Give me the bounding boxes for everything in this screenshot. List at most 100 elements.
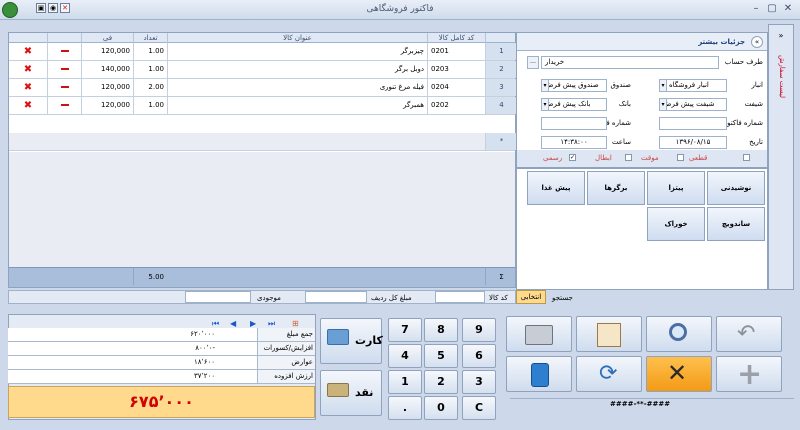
category-panel: نوشیدنی پیتزا برگرها پیش غذا ساندویچ خور… [516,168,768,290]
decrease-qty-icon[interactable] [47,97,81,114]
search-button[interactable] [646,316,712,352]
temp-checkbox[interactable] [677,154,684,161]
keypad-key[interactable]: 9 [462,318,496,342]
back-button[interactable]: ↶ [716,316,782,352]
code-label: کد کالا [489,294,508,302]
keypad-key[interactable]: 8 [424,318,458,342]
back-arrow-icon: ↶ [737,321,756,346]
shift-field[interactable]: شیفت پیش فرض [659,98,727,111]
side-tab[interactable]: » لیست سفارش [768,24,794,290]
price-cell[interactable]: 120,000 [81,43,133,60]
warehouse-field[interactable]: انبار فروشگاه ۱ [659,79,727,92]
close-form-icon[interactable]: ✕ [60,3,70,13]
shift-dropdown-icon[interactable]: ▾ [659,98,667,111]
refresh-user-button[interactable]: ⟳ [576,356,642,392]
row-number: 2 [485,61,517,78]
cashbox-field[interactable]: صندوق پیش فرض [541,79,607,92]
new-record-icon[interactable]: ⊞ [292,319,299,328]
cash-payment-button[interactable]: نقد [320,370,382,416]
table-row[interactable]: ✖ 120,000 1.00 همبرگر 0202 4 [9,97,517,115]
qty-cell[interactable]: 1.00 [133,97,167,114]
code-cell: 0202 [427,97,485,114]
time-field[interactable]: ۱۴:۳۸:۰۰ [541,136,607,149]
keypad-key[interactable]: C [462,396,496,420]
close-button[interactable]: ✕ [782,3,794,15]
qty-cell[interactable]: 2.00 [133,79,167,96]
edit-button[interactable] [576,316,642,352]
print-button[interactable] [506,316,572,352]
table-row[interactable]: ✖ 140,000 1.00 دوبل برگر 0203 2 [9,61,517,79]
warehouse-dropdown-icon[interactable]: ▾ [659,79,667,92]
decrease-qty-icon[interactable] [47,43,81,60]
category-button-3[interactable]: پیش غذا [527,171,585,205]
keypad-key[interactable]: 2 [424,370,458,394]
official-checkbox[interactable]: ✓ [569,154,576,161]
delete-row-icon[interactable]: ✖ [9,97,47,114]
delete-row-icon[interactable]: ✖ [9,43,47,60]
code-field[interactable] [435,291,485,303]
prev-record-icon[interactable]: ◀ [230,319,236,328]
add-button[interactable]: + [716,356,782,392]
cancel-checkbox[interactable] [625,154,632,161]
stock-field[interactable] [185,291,251,303]
search-label: جستجو [552,294,573,302]
date-field[interactable]: ۱۳۹۶/۰۸/۱۵ [659,136,727,149]
expand-icon[interactable]: » [772,29,790,43]
settings-tools-button[interactable]: ✕ [646,356,712,392]
category-button-1[interactable]: پیتزا [647,171,705,205]
new-row[interactable]: * [9,133,517,151]
window-title: فاکتور فروشگاهی [366,4,434,14]
save-icon[interactable]: ▣ [36,3,46,13]
delete-row-icon[interactable]: ✖ [9,79,47,96]
account-browse-button[interactable]: … [527,56,539,69]
final-label: قطعی [689,154,708,162]
card-payment-button[interactable]: کارت [320,318,383,364]
cashbox-dropdown-icon[interactable]: ▾ [541,79,549,92]
official-label: رسمی [543,154,563,162]
category-button-0[interactable]: نوشیدنی [707,171,765,205]
price-cell[interactable]: 120,000 [81,97,133,114]
price-cell[interactable]: 120,000 [81,79,133,96]
account-field[interactable]: خریدار [541,56,719,69]
bank-dropdown-icon[interactable]: ▾ [541,98,549,111]
table-row[interactable]: ✖ 120,000 1.00 چیزبرگر 0201 1 [9,43,517,61]
logo-icon[interactable] [2,2,18,18]
keypad-key[interactable]: . [388,396,422,420]
tools-icon: ✕ [667,359,688,387]
qty-cell[interactable]: 1.00 [133,61,167,78]
price-cell[interactable]: 140,000 [81,61,133,78]
summary-row: ۳۷٬۲۰۰ ارزش افزوده [8,370,315,384]
receipt-no-field[interactable] [541,117,607,130]
category-button-4[interactable]: ساندویچ [707,207,765,241]
decrease-qty-icon[interactable] [47,79,81,96]
keypad-key[interactable]: 4 [388,344,422,368]
decrease-qty-icon[interactable] [47,61,81,78]
next-record-icon[interactable]: ▶ [250,319,256,328]
collapse-icon[interactable]: « [751,36,763,48]
final-checkbox[interactable] [743,154,750,161]
bank-field[interactable]: بانک پیش فرض [541,98,607,111]
refresh-icon[interactable]: ◉ [48,3,58,13]
maximize-button[interactable]: ▢ [766,3,778,15]
invoice-no-field[interactable] [659,117,727,130]
category-button-2[interactable]: برگرها [587,171,645,205]
keypad-key[interactable]: 3 [462,370,496,394]
keypad-key[interactable]: 0 [424,396,458,420]
minimize-button[interactable]: – [750,3,762,15]
cash-label: نقد [355,386,374,399]
category-button-5[interactable]: خوراک [647,207,705,241]
qty-cell[interactable]: 1.00 [133,43,167,60]
keypad-key[interactable]: 1 [388,370,422,394]
row-number: 3 [485,79,517,96]
keypad-key[interactable]: 5 [424,344,458,368]
header-qty: تعداد [133,33,167,43]
table-row[interactable]: ✖ 120,000 2.00 فیله مرغ تنوری 0204 3 [9,79,517,97]
suggestion-tab[interactable]: انتخابی [516,290,546,304]
keypad-key[interactable]: 7 [388,318,422,342]
row-total-field[interactable] [305,291,367,303]
delete-invoice-button[interactable] [506,356,572,392]
cash-icon [327,383,349,397]
delete-row-icon[interactable]: ✖ [9,61,47,78]
status-bar: ####-**-#### [510,398,794,410]
keypad-key[interactable]: 6 [462,344,496,368]
